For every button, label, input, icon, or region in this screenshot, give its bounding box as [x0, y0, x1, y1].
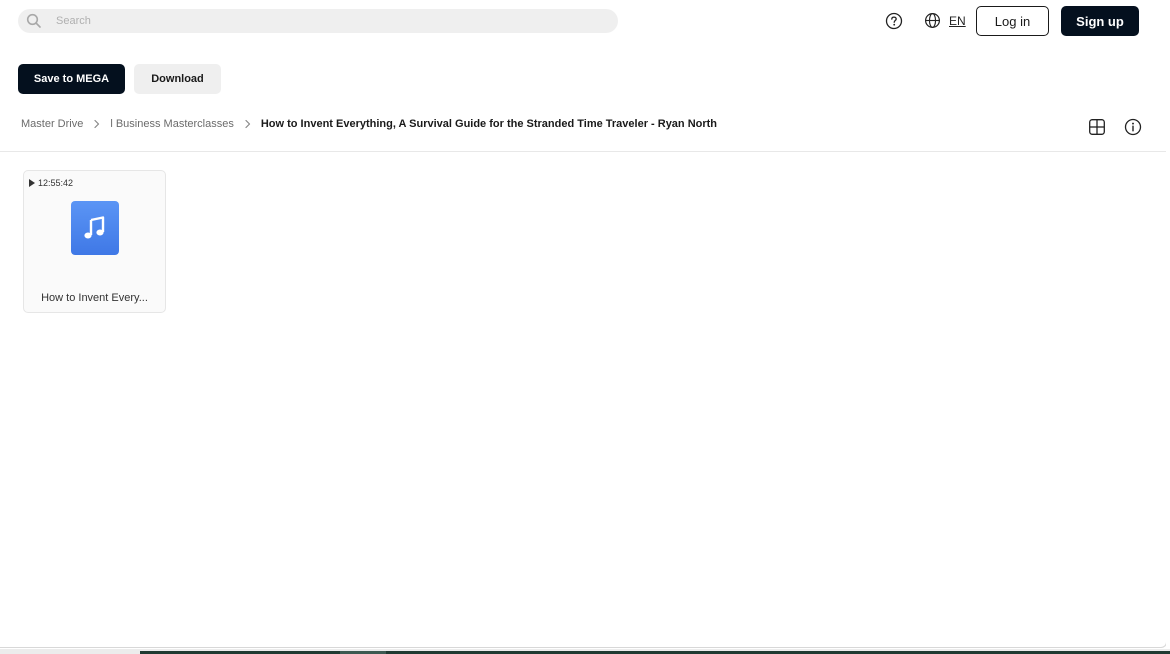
breadcrumb: Master Drive l Business Masterclasses Ho… — [21, 118, 717, 130]
music-note-icon — [84, 216, 105, 239]
duration-badge: 12:55:42 — [29, 178, 73, 188]
language-code[interactable]: EN — [949, 14, 966, 28]
file-name: How to Invent Every... — [41, 292, 148, 304]
globe-icon — [924, 12, 941, 29]
breadcrumb-item-master-drive[interactable]: Master Drive — [21, 118, 83, 130]
chevron-right-icon — [245, 119, 250, 129]
info-icon[interactable] — [1124, 118, 1142, 136]
signup-button[interactable]: Sign up — [1061, 6, 1139, 36]
login-button[interactable]: Log in — [976, 6, 1049, 36]
breadcrumb-item-current-folder: How to Invent Everything, A Survival Gui… — [260, 118, 718, 130]
language-selector[interactable]: EN — [924, 12, 966, 29]
download-button[interactable]: Download — [134, 64, 221, 94]
grid-view-icon[interactable] — [1088, 118, 1106, 136]
search-icon — [26, 13, 41, 28]
page: EN Log in Sign up Save to MEGA Download … — [0, 0, 1167, 648]
help-circle-icon[interactable] — [885, 12, 903, 30]
window-bottom-edge — [0, 649, 1170, 654]
scrollbar-track — [1166, 0, 1170, 654]
chevron-right-icon — [94, 119, 100, 129]
play-icon — [29, 179, 35, 187]
header-divider — [0, 151, 1166, 152]
save-to-mega-button[interactable]: Save to MEGA — [18, 64, 125, 94]
breadcrumb-item-business-masterclasses[interactable]: l Business Masterclasses — [110, 118, 234, 130]
audio-file-thumbnail — [71, 201, 119, 255]
search-bar[interactable] — [18, 9, 618, 33]
file-card[interactable]: 12:55:42 How to Invent Every... — [23, 170, 166, 313]
search-input[interactable] — [54, 14, 598, 28]
duration-text: 12:55:42 — [38, 178, 74, 188]
